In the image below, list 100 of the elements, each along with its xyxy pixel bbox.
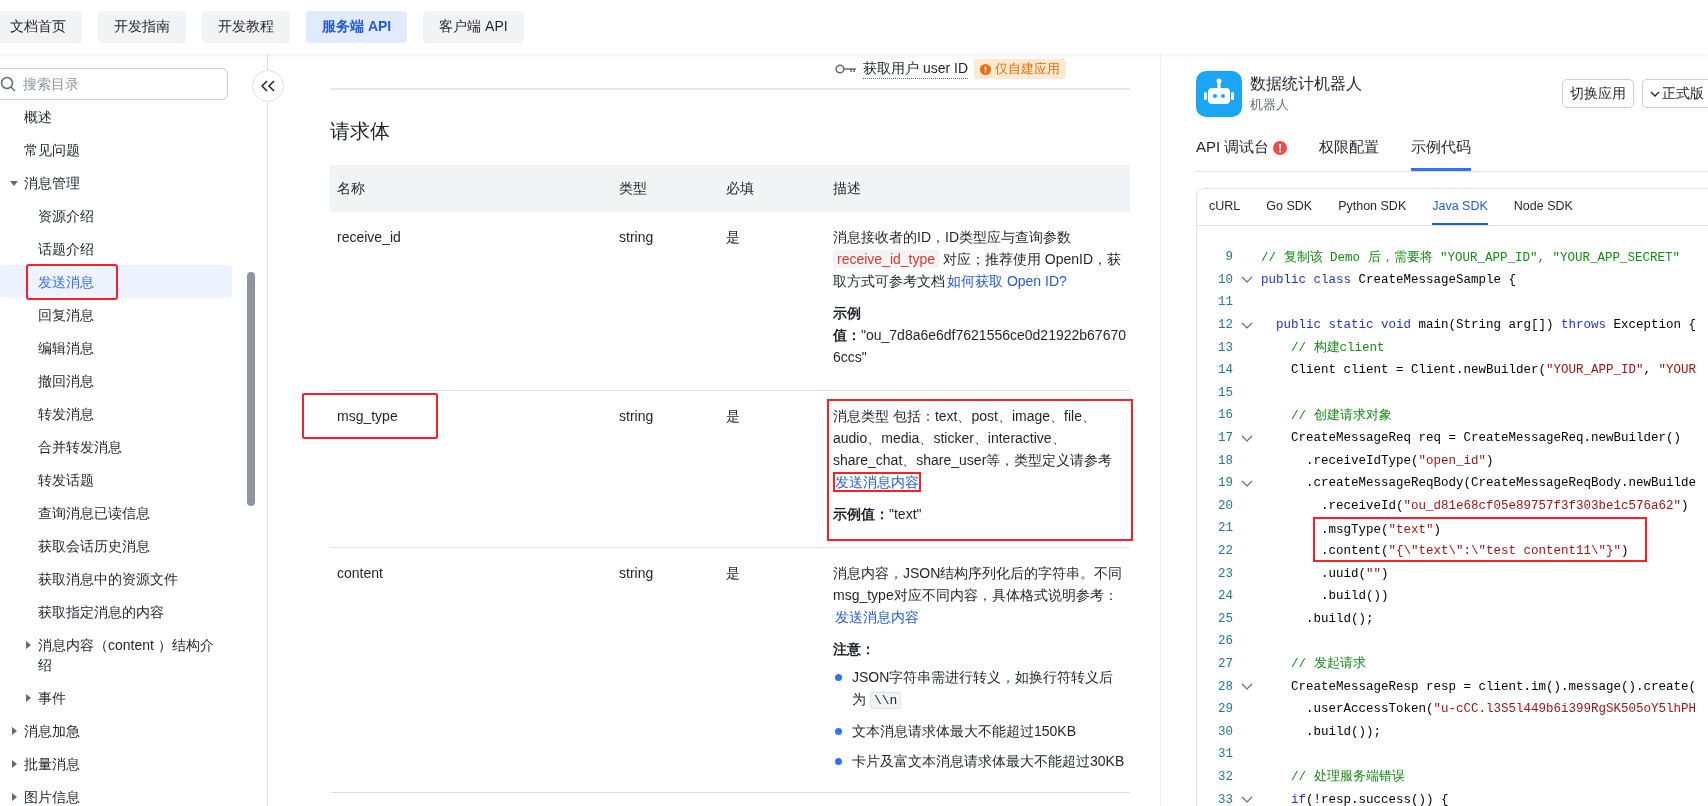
line-number: 22 (1217, 544, 1233, 558)
bullet-text: 文本消息请求体最大不能超过150KB (852, 722, 1077, 741)
nav-tab[interactable]: 文档首页 (0, 11, 82, 43)
fold-chevron-icon[interactable] (1241, 683, 1253, 691)
sdk-tab[interactable]: Go SDK (1266, 189, 1313, 225)
app-type: 机器人 (1250, 97, 1290, 114)
line-number: 13 (1217, 340, 1233, 355)
sidebar-item[interactable]: 编辑消息 (0, 331, 232, 364)
sidebar-item[interactable]: 发送消息 (0, 265, 232, 298)
panel-tab[interactable]: 权限配置 (1319, 127, 1380, 171)
collapse-button[interactable] (252, 70, 284, 102)
code-line: .uuid("") (1321, 566, 1389, 581)
sidebar-item[interactable]: 资源介绍 (0, 199, 232, 232)
caret-icon[interactable] (10, 727, 18, 735)
panel-tab[interactable]: 示例代码 (1411, 127, 1472, 171)
code-line: .receiveIdType("open_id") (1306, 453, 1494, 468)
caret-icon[interactable] (24, 641, 32, 649)
chevron-down-icon (1650, 90, 1660, 97)
panel-tab[interactable]: API 调试台 (1196, 127, 1288, 171)
caret-icon[interactable] (10, 760, 18, 768)
sidebar-item[interactable]: 概述 (0, 100, 232, 133)
line-number: 28 (1217, 679, 1233, 694)
line-number: 32 (1217, 769, 1233, 784)
sdk-tab[interactable]: Java SDK (1432, 189, 1488, 225)
table-cell: 是 (726, 229, 740, 245)
sdk-tab[interactable]: Python SDK (1338, 189, 1407, 225)
table-cell-text: receive_id (336, 228, 402, 247)
scrollbar-thumb[interactable] (247, 272, 255, 506)
double-chevron-left-icon (261, 80, 275, 92)
sidebar-item[interactable]: 事件 (0, 681, 232, 714)
sidebar-item[interactable]: 合并转发消息 (0, 430, 232, 463)
column-header: 类型 (612, 165, 719, 212)
sidebar-item[interactable]: 消息管理 (0, 166, 232, 199)
code-line: .userAccessToken("u-cCC.l3S5l449b6i399RgSK505oY5lhPH (1306, 702, 1697, 717)
line-number: 18 (1217, 453, 1233, 468)
sidebar-item[interactable]: 消息加急 (0, 714, 232, 747)
app-name: 数据统计机器人 (1250, 74, 1363, 94)
caret-icon[interactable] (24, 694, 32, 702)
note-title: 注意： (833, 640, 876, 659)
sidebar-item[interactable]: 图片信息 (0, 780, 232, 806)
code-chip: receive_id_type (833, 250, 940, 268)
line-number: 16 (1217, 408, 1233, 423)
table-cell: msg_type (302, 393, 438, 439)
sidebar-item[interactable]: 获取指定消息的内容 (0, 595, 232, 628)
app-type-badge: 仅自建应用 (974, 59, 1066, 79)
search-field[interactable]: 搜索目录 (0, 68, 228, 100)
line-number: 27 (1217, 657, 1233, 671)
doc-link[interactable]: 发送消息内容 (833, 472, 921, 492)
line-number: 10 (1217, 272, 1233, 287)
sidebar-item[interactable]: 消息内容（content ）结构介绍 (0, 628, 232, 681)
line-number: 20 (1217, 498, 1233, 513)
sidebar-item[interactable]: 批量消息 (0, 747, 232, 780)
sdk-tab[interactable]: Node SDK (1513, 189, 1573, 225)
column-header: 描述 (826, 165, 1130, 212)
sidebar-item[interactable]: 获取会话历史消息 (0, 529, 232, 562)
code-line: .build()); (1306, 724, 1382, 739)
code-line: CreateMessageResp resp = client.im().message().create( (1291, 679, 1697, 694)
doc-link[interactable]: 发送消息内容 (833, 607, 921, 627)
search-icon (0, 76, 16, 92)
description-text: 消息类型 包括：text、post、image、file、audio、media、sticker、interactive、share_chat、share_user等，类型定义请参考 发送消息内容 (833, 407, 1114, 493)
bullet-dot (835, 728, 842, 735)
fold-chevron-icon[interactable] (1241, 479, 1253, 487)
fold-chevron-icon[interactable] (1241, 276, 1253, 284)
code-line: .build()) (1321, 589, 1389, 604)
doc-link[interactable]: 如何获取 Open ID? (945, 271, 1069, 291)
example-value: 示例值："text" (833, 505, 923, 524)
code-line: // 构建client (1291, 339, 1385, 357)
example-value: 示例值："ou_7d8a6e6df7621556ce0d21922b676706ccs" (833, 304, 1127, 367)
sidebar-item[interactable]: 撤回消息 (0, 364, 232, 397)
sdk-tab[interactable]: cURL (1209, 189, 1241, 225)
sidebar-item[interactable]: 话题介绍 (0, 232, 232, 265)
code-line: // 发起请求 (1291, 655, 1366, 673)
table-cell: string (619, 565, 654, 581)
version-dropdown[interactable]: 正式版 (1642, 79, 1708, 108)
switch-app-button[interactable]: 切换应用 (1562, 79, 1634, 108)
nav-tab[interactable]: 服务端 API (306, 11, 408, 43)
alert-icon (1273, 140, 1288, 155)
nav-tab[interactable]: 客户端 API (423, 11, 524, 43)
fold-chevron-icon[interactable] (1241, 796, 1253, 804)
sidebar-item[interactable]: 回复消息 (0, 298, 232, 331)
code-line: .receiveId("ou_d81e68cf05e89757f3f303be1c576a62") (1321, 498, 1689, 513)
sidebar-item[interactable]: 查询消息已读信息 (0, 496, 232, 529)
bullet-dot (835, 674, 842, 681)
line-number: 25 (1217, 611, 1233, 626)
fold-chevron-icon[interactable] (1241, 434, 1253, 442)
code-line: .createMessageReqBody(CreateMessageReqBody.newBuilde (1306, 476, 1697, 491)
sidebar-item[interactable]: 获取消息中的资源文件 (0, 562, 232, 595)
sidebar-item[interactable]: 转发消息 (0, 397, 232, 430)
robot-app-icon (1196, 71, 1242, 117)
code-line: public static void main(String arg[]) throws Exception { (1276, 318, 1697, 333)
fold-chevron-icon[interactable] (1241, 321, 1253, 329)
sidebar-item[interactable]: 常见问题 (0, 133, 232, 166)
caret-icon[interactable] (10, 179, 18, 187)
permission-label[interactable]: 获取用户 user ID (863, 59, 968, 79)
line-number: 23 (1217, 566, 1233, 581)
caret-icon[interactable] (10, 793, 18, 801)
nav-tab[interactable]: 开发教程 (202, 11, 290, 43)
sidebar-item[interactable]: 转发话题 (0, 463, 232, 496)
nav-tab[interactable]: 开发指南 (98, 11, 186, 43)
line-number: 21 (1217, 521, 1233, 536)
